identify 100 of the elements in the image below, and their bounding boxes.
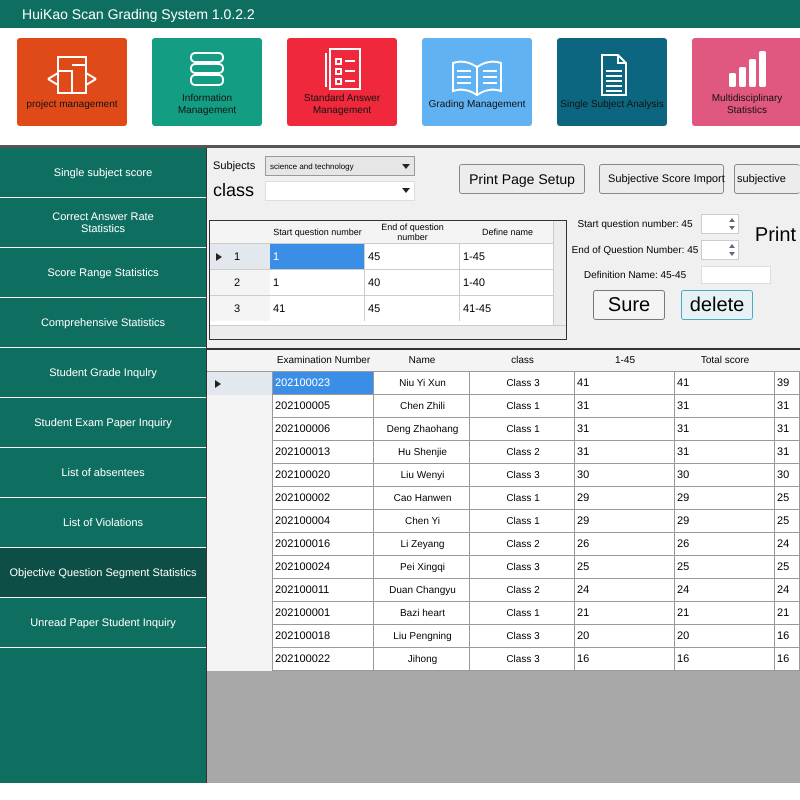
start-question-label: Start question number: 45	[576, 218, 694, 230]
caret-icon	[402, 164, 410, 168]
table-cell: Class 1	[470, 510, 575, 533]
scroll-bar[interactable]	[553, 221, 566, 325]
module-tile[interactable]: Information Management	[152, 38, 262, 126]
table-cell: Liu Wenyi	[374, 464, 470, 487]
table-cell: 29	[575, 510, 675, 533]
row-header[interactable]: 3	[210, 295, 270, 321]
table-cell: 24	[775, 579, 800, 602]
table-cell: 30	[775, 464, 800, 487]
table-cell: 21	[675, 602, 775, 625]
table-cell: 31	[675, 395, 775, 418]
table-cell: 30	[675, 464, 775, 487]
row-pointer-icon	[216, 252, 222, 260]
spinner-arrows-icon	[728, 217, 736, 231]
toolbar-button[interactable]: Subjective Score Import	[599, 164, 724, 194]
table-cell: Class 2	[470, 579, 575, 602]
sidebar-item[interactable]: Score Range Statistics	[0, 248, 206, 298]
table-cell: 31	[575, 441, 675, 464]
column-header[interactable]: Examination Number	[273, 350, 374, 372]
spinner-arrows-icon	[728, 243, 736, 257]
table-cell: 41	[270, 295, 365, 321]
table-cell: 29	[675, 510, 775, 533]
definition-name-label: Definition Name: 45-45	[582, 270, 688, 280]
table-cell: 202100023	[273, 372, 374, 395]
toolbar-button[interactable]: subjective	[734, 164, 800, 194]
table-cell: Class 2	[470, 533, 575, 556]
class-dropdown[interactable]	[265, 180, 415, 200]
table-cell: 41	[575, 372, 675, 395]
table-cell: 25	[575, 556, 675, 579]
table-cell: 24	[775, 533, 800, 556]
table-cell: 25	[775, 487, 800, 510]
module-tile[interactable]: project management	[17, 38, 127, 126]
column-header[interactable]: 1-45	[575, 350, 675, 372]
table-cell: Duan Changyu	[374, 579, 470, 602]
table-cell: 202100018	[273, 625, 374, 648]
toolbar-button[interactable]: Print Page Setup	[459, 164, 585, 194]
table-cell: Chen Zhili	[374, 395, 470, 418]
sidebar-item[interactable]: Comprehensive Statistics	[0, 298, 206, 348]
table-cell: 26	[675, 533, 775, 556]
table-cell: 20	[575, 625, 675, 648]
action-button[interactable]: Sure	[593, 290, 665, 320]
table-cell: 202100020	[273, 464, 374, 487]
table-cell: 20	[675, 625, 775, 648]
action-button[interactable]: delete	[681, 290, 753, 320]
table-cell: Cao Hanwen	[374, 487, 470, 510]
table-cell: Bazi heart	[374, 602, 470, 625]
table-cell: Hu Shenjie	[374, 441, 470, 464]
module-tile[interactable]: Standard Answer Management	[287, 38, 397, 126]
spin-box[interactable]	[701, 240, 739, 260]
row-header[interactable]	[207, 648, 273, 671]
table-cell: 45	[365, 243, 460, 269]
column-header[interactable]: class	[470, 350, 575, 372]
row-pointer-icon	[215, 380, 221, 388]
table-cell: 29	[575, 487, 675, 510]
module-tile[interactable]: Multidisciplinary Statistics	[692, 38, 800, 126]
row-header[interactable]: 1	[210, 243, 270, 269]
table-cell: 31	[575, 418, 675, 441]
table-cell: Chen Yi	[374, 510, 470, 533]
table-cell: 21	[575, 602, 675, 625]
table-cell: 1	[270, 269, 365, 295]
table-cell: Li Zeyang	[374, 533, 470, 556]
scroll-bar[interactable]	[210, 325, 566, 339]
table-cell: Class 1	[470, 487, 575, 510]
subject-dropdown[interactable]: science and technology	[265, 156, 415, 176]
table-cell: Class 3	[470, 556, 575, 579]
table-cell: 202100005	[273, 395, 374, 418]
window-title: HuiKao Scan Grading System 1.0.2.2	[22, 6, 255, 22]
table-cell: 25	[775, 556, 800, 579]
table-cell: 45	[365, 295, 460, 321]
sidebar-item[interactable]: Objective Question Segment Statistics	[0, 548, 206, 598]
table-cell: Class 1	[470, 395, 575, 418]
column-header[interactable]: Name	[374, 350, 470, 372]
module-tile[interactable]: Grading Management	[422, 38, 532, 126]
table-cell: 31	[675, 418, 775, 441]
column-header[interactable]: Total score	[675, 350, 775, 372]
end-question-label: End of Question Number: 45	[571, 244, 699, 256]
input-field[interactable]	[701, 266, 771, 284]
spin-box[interactable]	[701, 214, 739, 234]
row-header[interactable]	[207, 372, 273, 395]
table-cell: Liu Pengning	[374, 625, 470, 648]
sidebar-item[interactable]: Student Exam Paper Inquiry	[0, 398, 206, 448]
row-header[interactable]: 2	[210, 269, 270, 295]
column-header: Define name	[460, 221, 555, 243]
sidebar-item[interactable]: Single subject score	[0, 148, 206, 198]
table-cell: Class 1	[470, 602, 575, 625]
column-header: End of question number	[365, 221, 460, 243]
sidebar-item[interactable]: Unread Paper Student Inquiry	[0, 598, 206, 648]
table-cell: Class 3	[470, 464, 575, 487]
column-header: Start question number	[270, 221, 365, 243]
column-header[interactable]	[775, 350, 800, 372]
sidebar-item[interactable]: Student Grade Inqulry	[0, 348, 206, 398]
table-cell: 16	[775, 625, 800, 648]
table-cell: 202100024	[273, 556, 374, 579]
table-cell: 24	[675, 579, 775, 602]
table-cell: 202100002	[273, 487, 374, 510]
sidebar-item[interactable]: Correct Answer Rate Statistics	[0, 198, 206, 248]
print-label: Print	[754, 224, 796, 247]
sidebar-item[interactable]: List of absentees	[0, 448, 206, 498]
row-header[interactable]	[207, 395, 273, 418]
